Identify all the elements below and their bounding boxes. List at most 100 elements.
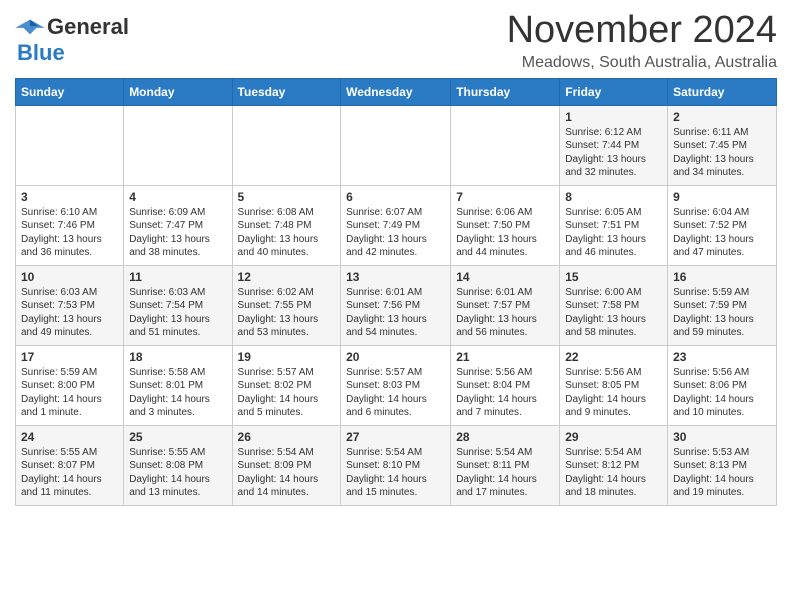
calendar-cell: 23Sunrise: 5:56 AMSunset: 8:06 PMDayligh… [668,345,777,425]
logo-area: General Blue [15,10,129,66]
calendar-week-3: 10 Sunrise: 6:03 AMSunset: 7:53 PMDayligh… [16,265,777,345]
day-number: 1 [565,110,662,124]
day-info: Sunrise: 5:55 AMSunset: 8:07 PMDaylight:… [21,446,118,500]
calendar-cell: 2 Sunrise: 6:11 AMSunset: 7:45 PMDaylight… [668,105,777,185]
day-info: Sunrise: 5:54 AMSunset: 8:11 PMDaylight:… [456,446,554,500]
title-area: November 2024 Meadows, South Australia, … [507,10,777,72]
logo-blue: Blue [17,40,65,66]
calendar-week-1: 1 Sunrise: 6:12 AMSunset: 7:44 PMDaylight… [16,105,777,185]
day-info: Sunrise: 6:10 AMSunset: 7:46 PMDaylight:… [21,206,118,260]
day-number: 8 [565,190,662,204]
col-monday: Monday [124,78,232,105]
day-info: Sunrise: 6:07 AMSunset: 7:49 PMDaylight:… [346,206,445,260]
day-info: Sunrise: 6:03 AMSunset: 7:53 PMDaylight:… [21,286,118,340]
calendar-table: Sunday Monday Tuesday Wednesday Thursday… [15,78,777,506]
calendar-cell: 8Sunrise: 6:05 AMSunset: 7:51 PMDaylight… [560,185,668,265]
day-info: Sunrise: 6:04 AMSunset: 7:52 PMDaylight:… [673,206,771,260]
day-info: Sunrise: 5:59 AMSunset: 8:00 PMDaylight:… [21,366,118,420]
day-number: 30 [673,430,771,444]
day-info: Sunrise: 5:55 AMSunset: 8:08 PMDaylight:… [129,446,226,500]
day-info: Sunrise: 5:54 AMSunset: 8:12 PMDaylight:… [565,446,662,500]
day-info: Sunrise: 5:57 AMSunset: 8:03 PMDaylight:… [346,366,445,420]
logo-row: General [15,14,129,40]
day-info: Sunrise: 5:56 AMSunset: 8:04 PMDaylight:… [456,366,554,420]
calendar-cell: 5 Sunrise: 6:08 AMSunset: 7:48 PMDaylight… [232,185,341,265]
calendar-cell: 16Sunrise: 5:59 AMSunset: 7:59 PMDayligh… [668,265,777,345]
calendar-cell: 9 Sunrise: 6:04 AMSunset: 7:52 PMDaylight… [668,185,777,265]
calendar-header-row: Sunday Monday Tuesday Wednesday Thursday… [16,78,777,105]
day-number: 20 [346,350,445,364]
calendar-cell: 3 Sunrise: 6:10 AMSunset: 7:46 PMDaylight… [16,185,124,265]
logo-bird-icon [15,18,45,36]
day-number: 12 [238,270,336,284]
calendar-week-2: 3 Sunrise: 6:10 AMSunset: 7:46 PMDaylight… [16,185,777,265]
day-number: 2 [673,110,771,124]
calendar-cell: 4Sunrise: 6:09 AMSunset: 7:47 PMDaylight… [124,185,232,265]
day-info: Sunrise: 6:02 AMSunset: 7:55 PMDaylight:… [238,286,336,340]
page: General Blue November 2024 Meadows, Sout… [0,0,792,521]
logo-general: General [47,14,129,40]
day-number: 9 [673,190,771,204]
calendar-week-5: 24 Sunrise: 5:55 AMSunset: 8:07 PMDayligh… [16,425,777,505]
calendar-cell: 27Sunrise: 5:54 AMSunset: 8:10 PMDayligh… [341,425,451,505]
col-friday: Friday [560,78,668,105]
day-info: Sunrise: 6:00 AMSunset: 7:58 PMDaylight:… [565,286,662,340]
day-info: Sunrise: 5:54 AMSunset: 8:09 PMDaylight:… [238,446,336,500]
day-info: Sunrise: 6:06 AMSunset: 7:50 PMDaylight:… [456,206,554,260]
calendar-cell: 26 Sunrise: 5:54 AMSunset: 8:09 PMDayligh… [232,425,341,505]
day-number: 25 [129,430,226,444]
header: General Blue November 2024 Meadows, Sout… [15,10,777,72]
day-info: Sunrise: 5:57 AMSunset: 8:02 PMDaylight:… [238,366,336,420]
calendar-cell [232,105,341,185]
day-number: 11 [129,270,226,284]
day-info: Sunrise: 6:11 AMSunset: 7:45 PMDaylight:… [673,126,771,180]
day-number: 10 [21,270,118,284]
day-number: 23 [673,350,771,364]
day-number: 29 [565,430,662,444]
calendar-cell: 22Sunrise: 5:56 AMSunset: 8:05 PMDayligh… [560,345,668,425]
calendar-cell: 20 Sunrise: 5:57 AMSunset: 8:03 PMDayligh… [341,345,451,425]
calendar-cell: 29 Sunrise: 5:54 AMSunset: 8:12 PMDayligh… [560,425,668,505]
calendar-cell: 18Sunrise: 5:58 AMSunset: 8:01 PMDayligh… [124,345,232,425]
calendar-cell: 13 Sunrise: 6:01 AMSunset: 7:56 PMDayligh… [341,265,451,345]
col-tuesday: Tuesday [232,78,341,105]
col-wednesday: Wednesday [341,78,451,105]
day-number: 18 [129,350,226,364]
day-number: 28 [456,430,554,444]
day-number: 21 [456,350,554,364]
day-info: Sunrise: 6:08 AMSunset: 7:48 PMDaylight:… [238,206,336,260]
day-number: 26 [238,430,336,444]
day-info: Sunrise: 6:09 AMSunset: 7:47 PMDaylight:… [129,206,226,260]
col-sunday: Sunday [16,78,124,105]
day-number: 14 [456,270,554,284]
col-thursday: Thursday [451,78,560,105]
day-info: Sunrise: 6:12 AMSunset: 7:44 PMDaylight:… [565,126,662,180]
month-title: November 2024 [507,10,777,52]
day-number: 19 [238,350,336,364]
calendar-cell: 17Sunrise: 5:59 AMSunset: 8:00 PMDayligh… [16,345,124,425]
day-number: 3 [21,190,118,204]
day-number: 22 [565,350,662,364]
calendar-cell [124,105,232,185]
day-number: 24 [21,430,118,444]
calendar-week-4: 17Sunrise: 5:59 AMSunset: 8:00 PMDayligh… [16,345,777,425]
calendar-cell [451,105,560,185]
calendar-cell: 21 Sunrise: 5:56 AMSunset: 8:04 PMDayligh… [451,345,560,425]
day-number: 27 [346,430,445,444]
calendar-cell: 11Sunrise: 6:03 AMSunset: 7:54 PMDayligh… [124,265,232,345]
calendar-cell: 10 Sunrise: 6:03 AMSunset: 7:53 PMDayligh… [16,265,124,345]
calendar-cell: 7Sunrise: 6:06 AMSunset: 7:50 PMDaylight… [451,185,560,265]
day-info: Sunrise: 6:01 AMSunset: 7:57 PMDaylight:… [456,286,554,340]
day-number: 13 [346,270,445,284]
calendar-cell [341,105,451,185]
day-number: 16 [673,270,771,284]
calendar-cell: 1 Sunrise: 6:12 AMSunset: 7:44 PMDaylight… [560,105,668,185]
calendar-cell: 30 Sunrise: 5:53 AMSunset: 8:13 PMDayligh… [668,425,777,505]
calendar-cell: 6Sunrise: 6:07 AMSunset: 7:49 PMDaylight… [341,185,451,265]
location-title: Meadows, South Australia, Australia [507,54,777,72]
calendar-cell: 12 Sunrise: 6:02 AMSunset: 7:55 PMDayligh… [232,265,341,345]
calendar-cell [16,105,124,185]
day-info: Sunrise: 5:53 AMSunset: 8:13 PMDaylight:… [673,446,771,500]
day-number: 5 [238,190,336,204]
day-info: Sunrise: 6:01 AMSunset: 7:56 PMDaylight:… [346,286,445,340]
